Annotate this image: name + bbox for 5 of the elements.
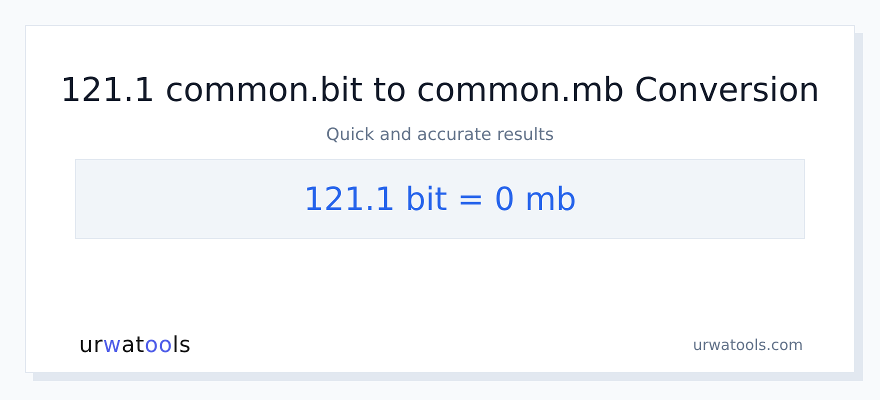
subtitle: Quick and accurate results (326, 125, 554, 145)
result-text: 121.1 bit = 0 mb (75, 159, 805, 239)
page-title: 121.1 common.bit to common.mb Conversion (60, 69, 820, 111)
logo: urwatools (79, 333, 192, 358)
site-url: urwatools.com (692, 336, 803, 354)
